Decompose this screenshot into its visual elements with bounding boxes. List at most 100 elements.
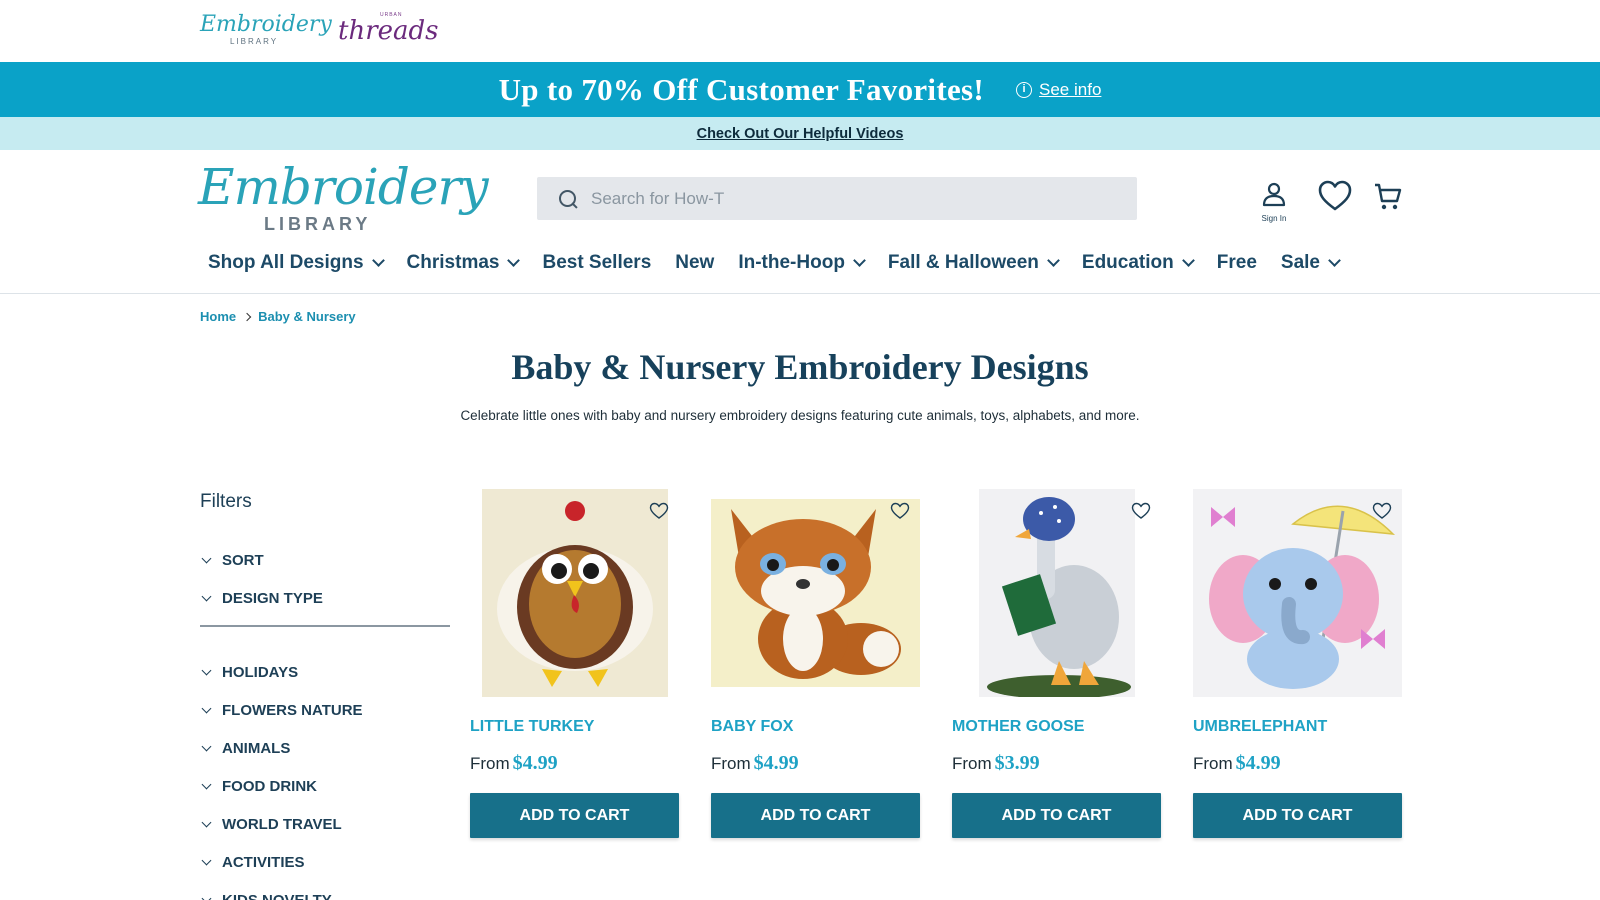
- main-nav: Shop All Designs Christmas Best Sellers …: [0, 244, 1600, 294]
- price-amount: $4.99: [1235, 752, 1281, 774]
- product-image-link[interactable]: [952, 488, 1161, 698]
- see-info-link[interactable]: i See info: [1016, 80, 1101, 100]
- nav-shop-all-designs[interactable]: Shop All Designs: [208, 244, 385, 274]
- breadcrumb-current[interactable]: Baby & Nursery: [258, 309, 356, 324]
- product-name[interactable]: UMBRELEPHANT: [1193, 718, 1402, 740]
- product-name[interactable]: MOTHER GOOSE: [952, 718, 1161, 740]
- nav-label: Christmas: [406, 252, 500, 273]
- search-icon[interactable]: [559, 189, 577, 208]
- chevron-down-icon: [201, 779, 212, 789]
- filter-label: ACTIVITIES: [222, 853, 305, 871]
- brand-bar: Embroidery LIBRARY URBAN threads: [0, 0, 1600, 62]
- nav-label: Best Sellers: [542, 252, 652, 273]
- product-image-link[interactable]: [711, 488, 920, 698]
- filter-activities[interactable]: ACTIVITIES: [200, 843, 450, 881]
- filter-label: WORLD TRAVEL: [222, 815, 342, 833]
- filter-label: SORT: [222, 551, 264, 569]
- chevron-right-icon: [242, 312, 252, 321]
- nav-free[interactable]: Free: [1217, 244, 1257, 274]
- filter-kids-novelty[interactable]: KIDS NOVELTY: [200, 881, 450, 900]
- chevron-down-icon: [201, 855, 212, 865]
- nav-sale[interactable]: Sale: [1281, 244, 1341, 274]
- product-price: From $4.99: [711, 752, 920, 775]
- add-to-cart-button[interactable]: ADD TO CART: [711, 793, 920, 838]
- chevron-down-icon: [201, 665, 212, 675]
- nav-fall-halloween[interactable]: Fall & Halloween: [888, 244, 1060, 274]
- filters-panel: Filters SORT DESIGN TYPE HOLIDAYS FLOWER…: [200, 491, 450, 900]
- product-card: UMBRELEPHANT From $4.99 ADD TO CART: [1193, 488, 1402, 838]
- page-description: Celebrate little ones with baby and nurs…: [460, 408, 1140, 423]
- add-to-cart-button[interactable]: ADD TO CART: [470, 793, 679, 838]
- chevron-down-icon: [201, 591, 212, 601]
- nav-label: Free: [1216, 252, 1257, 273]
- product-image-link[interactable]: [1193, 488, 1402, 698]
- product-name[interactable]: BABY FOX: [711, 718, 920, 740]
- account-icon: [1262, 182, 1286, 207]
- add-to-cart-button[interactable]: ADD TO CART: [1193, 793, 1402, 838]
- filter-world-travel[interactable]: WORLD TRAVEL: [200, 805, 450, 843]
- heart-icon[interactable]: [1131, 502, 1151, 520]
- chevron-down-icon: [853, 254, 866, 267]
- filter-label: KIDS NOVELTY: [222, 891, 332, 900]
- heart-icon[interactable]: [890, 502, 910, 520]
- mother-goose-image: [978, 489, 1135, 697]
- product-price: From $4.99: [1193, 752, 1402, 775]
- product-price: From $4.99: [470, 752, 679, 775]
- search-input[interactable]: [591, 188, 1111, 209]
- filter-label: HOLIDAYS: [222, 663, 299, 681]
- chevron-down-icon: [201, 893, 212, 900]
- heart-icon[interactable]: [1372, 502, 1392, 520]
- chevron-down-icon: [201, 553, 212, 563]
- product-name[interactable]: LITTLE TURKEY: [470, 718, 679, 740]
- site-header: Embroidery LIBRARY Sign In: [0, 150, 1600, 244]
- filter-design-type[interactable]: DESIGN TYPE: [200, 579, 450, 617]
- product-grid: LITTLE TURKEY From $4.99 ADD TO CART BABY…: [470, 488, 1402, 838]
- price-from: From: [470, 754, 510, 773]
- chevron-down-icon: [1328, 254, 1341, 267]
- nav-christmas[interactable]: Christmas: [406, 244, 521, 274]
- main-logo-script: Embroidery: [198, 158, 489, 216]
- nav-education[interactable]: Education: [1081, 244, 1195, 274]
- product-price: From $3.99: [952, 752, 1161, 775]
- account-button[interactable]: Sign In: [1256, 180, 1292, 223]
- wishlist-button[interactable]: [1318, 180, 1352, 217]
- nav-label: Education: [1081, 252, 1174, 273]
- add-to-cart-button[interactable]: ADD TO CART: [952, 793, 1161, 838]
- chevron-down-icon: [371, 254, 385, 267]
- filters-divider: [200, 625, 450, 627]
- filter-label: DESIGN TYPE: [222, 589, 323, 607]
- page-title: Baby & Nursery Embroidery Designs: [511, 347, 1089, 387]
- nav-best-sellers[interactable]: Best Sellers: [542, 244, 651, 274]
- filter-holidays[interactable]: HOLIDAYS: [200, 653, 450, 691]
- main-logo[interactable]: Embroidery LIBRARY: [198, 158, 489, 234]
- nav-new[interactable]: New: [675, 244, 714, 274]
- embroidery-library-small-logo[interactable]: Embroidery LIBRARY: [200, 12, 332, 48]
- filter-animals[interactable]: ANIMALS: [200, 729, 450, 767]
- filter-food-drink[interactable]: FOOD DRINK: [200, 767, 450, 805]
- price-from: From: [711, 754, 751, 773]
- breadcrumb: Home Baby & Nursery: [200, 309, 356, 324]
- chevron-down-icon: [201, 741, 212, 751]
- cart-button[interactable]: [1373, 182, 1403, 217]
- logo-small-script: Embroidery: [200, 12, 332, 37]
- filter-sort[interactable]: SORT: [200, 541, 450, 579]
- breadcrumb-home[interactable]: Home: [200, 309, 236, 324]
- price-amount: $3.99: [994, 752, 1040, 774]
- cart-icon: [1375, 183, 1402, 210]
- chevron-down-icon: [507, 254, 521, 267]
- search-bar[interactable]: [537, 177, 1137, 220]
- filter-flowers-nature[interactable]: FLOWERS NATURE: [200, 691, 450, 729]
- main-logo-caps: LIBRARY: [264, 214, 372, 234]
- turkey-image: [481, 489, 668, 697]
- filter-label: FOOD DRINK: [222, 777, 317, 795]
- heart-icon[interactable]: [649, 502, 669, 520]
- info-icon: i: [1016, 81, 1033, 98]
- chevron-down-icon: [201, 703, 212, 713]
- help-videos-link[interactable]: Check Out Our Helpful Videos: [697, 126, 904, 142]
- product-image-link[interactable]: [470, 488, 679, 698]
- promo-banner: Up to 70% Off Customer Favorites! i See …: [0, 62, 1600, 117]
- nav-in-the-hoop[interactable]: In-the-Hoop: [738, 244, 866, 274]
- urban-threads-logo[interactable]: URBAN threads: [328, 12, 439, 48]
- price-amount: $4.99: [753, 752, 799, 774]
- price-amount: $4.99: [512, 752, 558, 774]
